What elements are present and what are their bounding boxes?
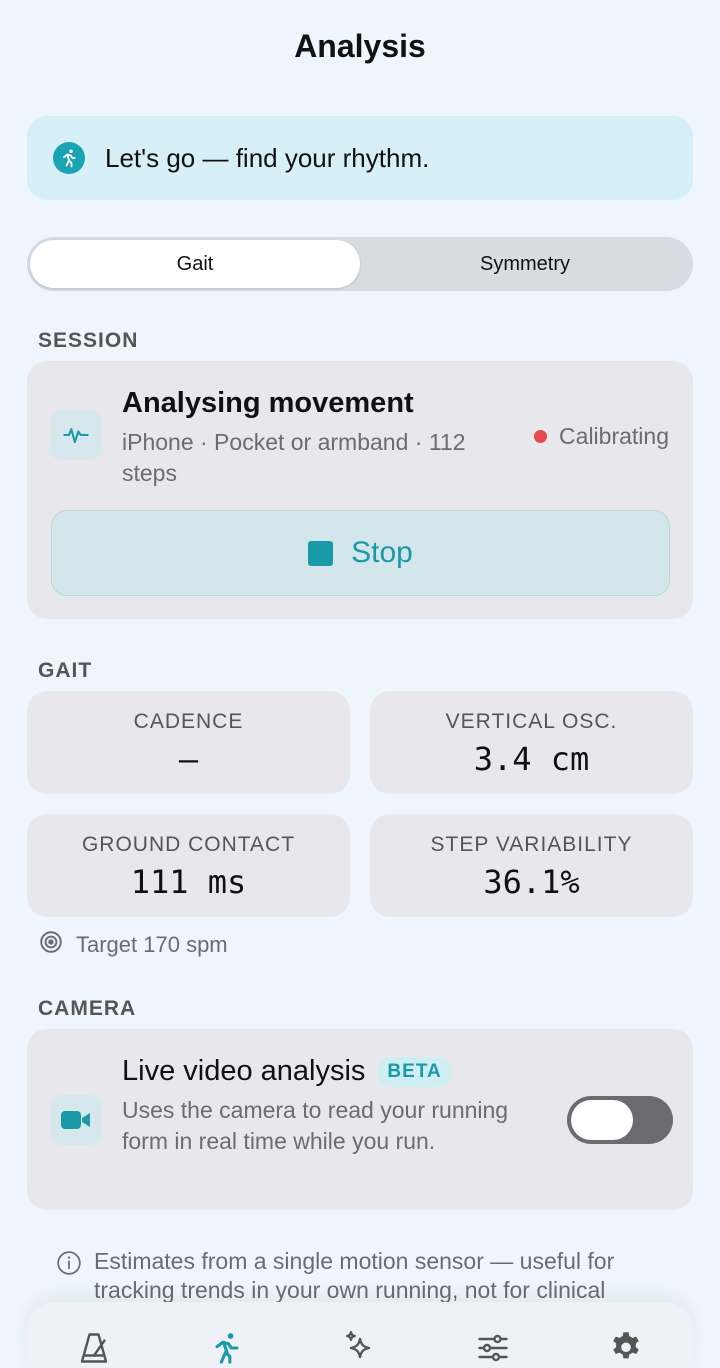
cadence-metric-card: CADENCE — <box>27 691 350 794</box>
metric-label: GROUND CONTACT <box>81 833 296 856</box>
camera-title: Live video analysis <box>122 1055 366 1087</box>
video-camera-icon <box>51 1095 101 1145</box>
step-variability-metric-card: STEP VARIABILITY 36.1% <box>370 814 693 917</box>
analysis-mode-segmented-control: Gait Symmetry <box>27 237 693 291</box>
camera-card: Live video analysis BETA Uses the camera… <box>27 1029 693 1210</box>
session-subtitle: iPhone · Pocket or armband · 112 steps <box>122 429 466 486</box>
runner-icon <box>53 142 85 174</box>
sparkle-icon[interactable] <box>340 1328 380 1368</box>
status-text: Calibrating <box>559 423 669 449</box>
status-badge: Calibrating <box>534 423 669 450</box>
disclaimer-text: Estimates from a single motion sensor — … <box>94 1248 615 1303</box>
camera-section-label: CAMERA <box>38 997 137 1020</box>
banner-text: Let's go — find your rhythm. <box>105 142 430 173</box>
tab-gait[interactable]: Gait <box>30 240 360 288</box>
live-video-toggle[interactable] <box>567 1096 673 1144</box>
stop-label: Stop <box>351 536 413 569</box>
pulse-icon <box>51 410 101 460</box>
sliders-icon[interactable] <box>473 1328 513 1368</box>
toggle-knob <box>571 1100 633 1140</box>
metric-label: STEP VARIABILITY <box>430 833 633 856</box>
tab-symmetry[interactable]: Symmetry <box>360 240 690 288</box>
camera-title-row: Live video analysis BETA <box>122 1055 452 1088</box>
gear-icon[interactable] <box>606 1328 646 1368</box>
target-text: Target 170 spm <box>76 932 228 957</box>
camera-description: Uses the camera to read your running for… <box>122 1097 509 1154</box>
beta-badge: BETA <box>377 1056 452 1087</box>
metric-label: VERTICAL OSC. <box>445 710 618 733</box>
runner-icon[interactable] <box>207 1328 247 1368</box>
metric-value: — <box>178 740 199 778</box>
gait-section-label: GAIT <box>38 659 93 682</box>
metronome-icon[interactable] <box>74 1328 114 1368</box>
info-icon <box>56 1250 82 1305</box>
stop-button[interactable]: Stop <box>51 510 670 596</box>
metric-value: 3.4 cm <box>473 740 590 778</box>
ground-contact-metric-card: GROUND CONTACT 111 ms <box>27 814 350 917</box>
target-icon <box>38 929 64 961</box>
metric-value: 36.1% <box>483 863 580 901</box>
page-title: Analysis <box>294 28 426 64</box>
vertical-osc-metric-card: VERTICAL OSC. 3.4 cm <box>370 691 693 794</box>
cadence-target: Target 170 spm <box>38 929 228 961</box>
bottom-tab-bar <box>27 1302 693 1368</box>
metric-label: CADENCE <box>133 710 244 733</box>
analysis-screen: Analysis Let's go — find your rhythm. Ga… <box>0 0 720 1368</box>
session-section-label: SESSION <box>38 329 139 352</box>
stop-icon <box>308 540 334 566</box>
disclaimer-note: Estimates from a single motion sensor — … <box>56 1247 676 1305</box>
motivation-banner: Let's go — find your rhythm. <box>27 116 693 200</box>
metric-value: 111 ms <box>130 863 247 901</box>
status-dot <box>534 430 548 443</box>
session-title: Analysing movement <box>122 387 414 419</box>
session-card: Analysing movement iPhone · Pocket or ar… <box>27 361 693 619</box>
